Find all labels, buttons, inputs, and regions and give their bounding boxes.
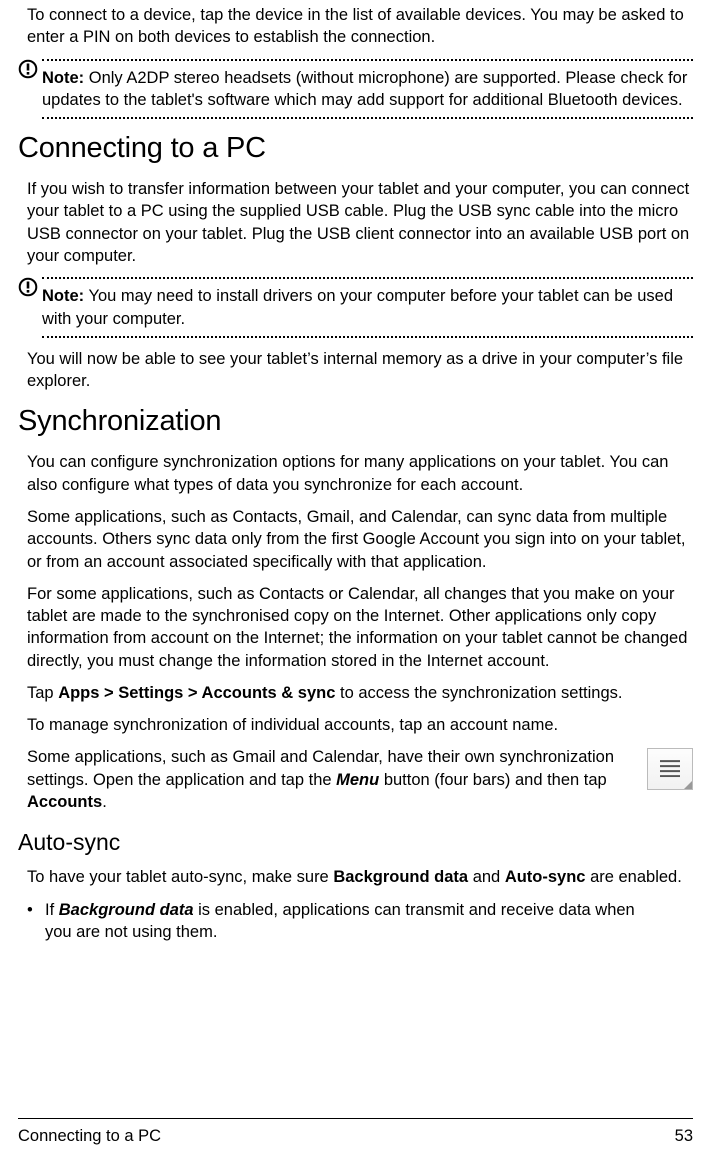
note-content: Note: You may need to install drivers on… (42, 283, 693, 332)
heading-synchronization: Synchronization (18, 402, 693, 441)
sync-paragraph-2: Some applications, such as Contacts, Gma… (18, 506, 693, 573)
footer-section-title: Connecting to a PC (18, 1125, 161, 1147)
page-number: 53 (675, 1125, 693, 1147)
note-label: Note: (42, 287, 84, 305)
note-text: You may need to install drivers on your … (42, 287, 673, 327)
text: to access the synchronization settings. (335, 684, 622, 702)
heading-auto-sync: Auto-sync (18, 827, 693, 858)
page-footer: Connecting to a PC 53 (18, 1118, 693, 1147)
dashed-rule (42, 336, 693, 338)
note-label: Note: (42, 69, 84, 87)
dashed-rule (42, 277, 693, 279)
pc-paragraph-after: You will now be able to see your tablet’… (18, 348, 693, 393)
bg-data-term: Background data (333, 868, 468, 886)
text: and (468, 868, 505, 886)
sync-paragraph-5: To manage synchronization of individual … (18, 714, 693, 736)
bg-data-italic: Background data (59, 901, 194, 919)
menu-term: Menu (336, 771, 379, 789)
text: Tap (27, 684, 58, 702)
sync-paragraph-4: Tap Apps > Settings > Accounts & sync to… (18, 682, 693, 704)
pc-paragraph-1: If you wish to transfer information betw… (18, 178, 693, 267)
text: . (102, 793, 107, 811)
bullet-icon: • (27, 899, 45, 944)
alert-icon (18, 277, 38, 297)
dashed-rule (42, 59, 693, 61)
auto-sync-term: Auto-sync (505, 868, 586, 886)
note-block-2: Note: You may need to install drivers on… (18, 277, 693, 338)
corner-icon (684, 781, 692, 789)
auto-paragraph-1: To have your tablet auto-sync, make sure… (18, 866, 693, 888)
sync-paragraph-1: You can configure synchronization option… (18, 451, 693, 496)
bullet-item: • If Background data is enabled, applica… (18, 899, 693, 944)
text: If (45, 901, 59, 919)
alert-icon (18, 59, 38, 79)
note-text: Only A2DP stereo headsets (without micro… (42, 69, 687, 109)
text: are enabled. (585, 868, 681, 886)
sync-paragraph-6: Some applications, such as Gmail and Cal… (27, 746, 693, 813)
footer-rule (18, 1118, 693, 1119)
text: To have your tablet auto-sync, make sure (27, 868, 333, 886)
sync-paragraph-3: For some applications, such as Contacts … (18, 583, 693, 672)
heading-connecting-pc: Connecting to a PC (18, 129, 693, 168)
nav-path: Apps > Settings > Accounts & sync (58, 684, 335, 702)
dashed-rule (42, 117, 693, 119)
menu-button-illustration (647, 748, 693, 790)
text: button (four bars) and then tap (379, 771, 606, 789)
note-content: Note: Only A2DP stereo headsets (without… (42, 65, 693, 114)
note-block-1: Note: Only A2DP stereo headsets (without… (18, 59, 693, 120)
accounts-term: Accounts (27, 793, 102, 811)
intro-paragraph: To connect to a device, tap the device i… (18, 4, 693, 49)
sync-paragraph-6-wrapper: Some applications, such as Gmail and Cal… (18, 746, 693, 821)
bullet-text: If Background data is enabled, applicati… (45, 899, 693, 944)
